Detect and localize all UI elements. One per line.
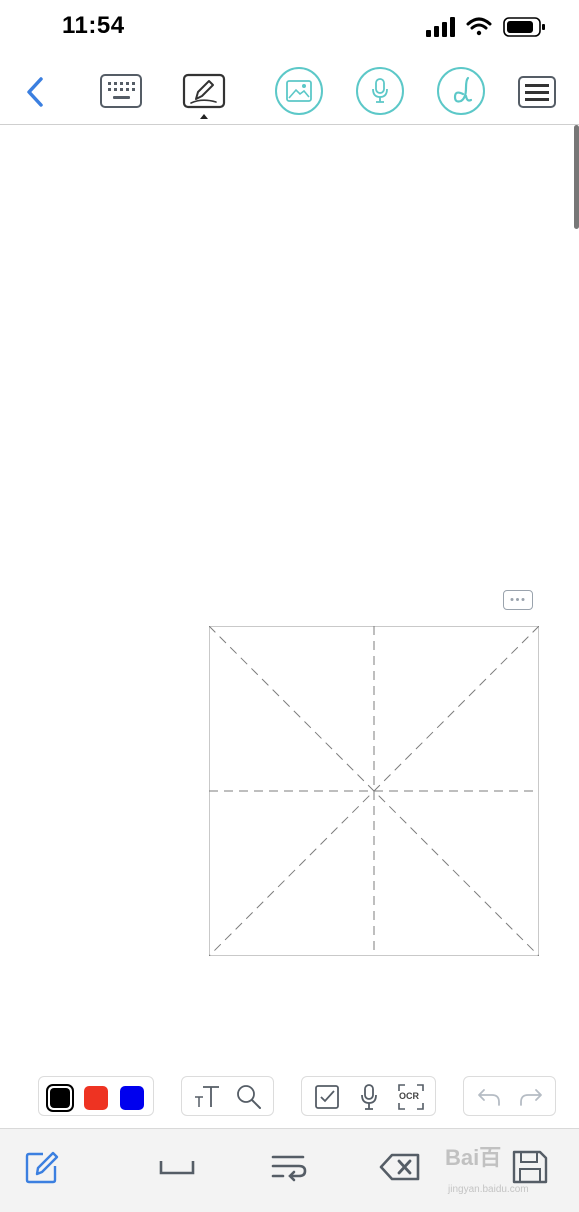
handwrite-button[interactable] <box>182 72 226 110</box>
text-size-icon <box>195 1086 219 1107</box>
edit-button[interactable] <box>20 1147 64 1187</box>
mic-icon <box>361 1084 377 1110</box>
search-button[interactable] <box>234 1082 264 1112</box>
checkbox-button[interactable] <box>312 1082 342 1112</box>
back-icon <box>27 77 43 107</box>
handwriting-grid[interactable] <box>208 625 540 957</box>
wifi-icon <box>466 17 492 36</box>
save-icon <box>512 1150 548 1184</box>
watermark-url: jingyan.baidu.com <box>448 1184 529 1195</box>
more-icon <box>510 598 525 601</box>
space-button[interactable] <box>155 1147 199 1187</box>
top-toolbar <box>0 60 579 124</box>
save-button[interactable] <box>508 1147 552 1187</box>
search-icon <box>237 1085 261 1109</box>
backspace-button[interactable] <box>378 1147 422 1187</box>
more-options-button[interactable] <box>503 590 533 610</box>
doodle-icon <box>453 76 473 103</box>
redo-icon <box>520 1089 542 1106</box>
scrollbar[interactable] <box>574 125 579 229</box>
status-time: 11:54 <box>62 12 125 39</box>
keyboard-button[interactable] <box>99 72 143 110</box>
space-icon <box>159 1161 195 1175</box>
back-button[interactable] <box>20 72 50 112</box>
keyboard-icon <box>100 74 142 108</box>
history-tools <box>463 1076 556 1116</box>
mic-icon <box>372 78 388 103</box>
doodle-button[interactable] <box>437 67 485 115</box>
undo-icon <box>478 1089 500 1106</box>
pen-icon <box>182 73 226 109</box>
toolbar-divider <box>0 124 579 125</box>
color-palette <box>38 1076 154 1116</box>
undo-button[interactable] <box>474 1082 504 1112</box>
image-button[interactable] <box>275 67 323 115</box>
color-swatch-blue[interactable] <box>120 1086 144 1110</box>
redo-button[interactable] <box>516 1082 546 1112</box>
text-tools <box>181 1076 274 1116</box>
voice-input-button[interactable] <box>354 1082 384 1112</box>
insert-tools: OCR <box>301 1076 436 1116</box>
watermark: Bai百 <box>445 1145 502 1170</box>
edit-icon <box>25 1151 59 1184</box>
backspace-icon <box>379 1153 420 1181</box>
color-swatch-red[interactable] <box>84 1086 108 1110</box>
newline-icon <box>271 1155 307 1182</box>
ocr-label: OCR <box>399 1091 419 1101</box>
color-swatch-black[interactable] <box>46 1084 74 1112</box>
newline-button[interactable] <box>267 1147 311 1187</box>
ocr-button[interactable]: OCR <box>396 1082 426 1112</box>
checkbox-icon <box>315 1085 339 1109</box>
battery-icon <box>503 17 545 37</box>
voice-button[interactable] <box>356 67 404 115</box>
status-icons <box>420 14 550 40</box>
text-size-button[interactable] <box>192 1082 222 1112</box>
image-icon <box>286 80 312 102</box>
active-indicator <box>200 114 208 119</box>
menu-button[interactable] <box>517 74 557 110</box>
menu-icon <box>518 76 556 108</box>
signal-icon <box>426 17 455 37</box>
